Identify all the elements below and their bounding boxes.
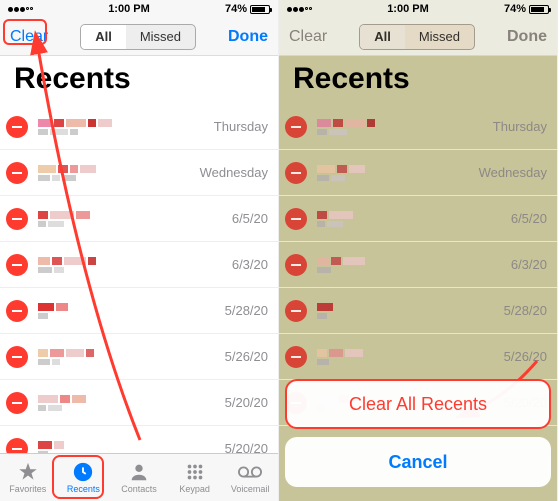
call-row: 6/3/20 bbox=[279, 242, 557, 288]
clear-button: Clear bbox=[289, 28, 327, 46]
person-icon bbox=[127, 461, 151, 483]
signal-icon bbox=[8, 7, 33, 12]
battery: 74% bbox=[504, 3, 549, 15]
clear-all-recents-button[interactable]: Clear All Recents bbox=[285, 379, 551, 429]
call-row: Wednesday bbox=[279, 150, 557, 196]
delete-icon[interactable] bbox=[6, 254, 28, 276]
call-row[interactable]: 5/28/20 bbox=[0, 288, 278, 334]
call-date: 5/26/20 bbox=[504, 349, 547, 364]
call-date: 6/3/20 bbox=[511, 257, 547, 272]
filter-segment[interactable]: All Missed bbox=[80, 24, 196, 50]
filter-segment: All Missed bbox=[359, 24, 475, 50]
call-row[interactable]: 6/5/20 bbox=[0, 196, 278, 242]
call-date: 5/28/20 bbox=[504, 303, 547, 318]
call-row: 6/5/20 bbox=[279, 196, 557, 242]
call-row[interactable]: 6/3/20 bbox=[0, 242, 278, 288]
call-date: Wednesday bbox=[200, 165, 268, 180]
signal-icon bbox=[287, 7, 312, 12]
done-button[interactable]: Done bbox=[228, 28, 268, 46]
call-row: 5/28/20 bbox=[279, 288, 557, 334]
call-row[interactable]: 5/20/20 bbox=[0, 426, 278, 453]
status-bar: 1:00 PM 74% bbox=[279, 0, 557, 18]
tab-favorites[interactable]: Favorites bbox=[0, 454, 56, 501]
delete-icon bbox=[285, 254, 307, 276]
call-row: Thursday bbox=[279, 104, 557, 150]
segment-missed[interactable]: Missed bbox=[126, 25, 195, 49]
battery-icon bbox=[529, 5, 549, 14]
page-header: Recents bbox=[279, 56, 557, 104]
call-date: 6/5/20 bbox=[511, 211, 547, 226]
delete-icon bbox=[285, 300, 307, 322]
call-date: 5/28/20 bbox=[225, 303, 268, 318]
call-date: 6/3/20 bbox=[232, 257, 268, 272]
call-row: 5/26/20 bbox=[279, 334, 557, 380]
delete-icon[interactable] bbox=[6, 116, 28, 138]
delete-icon[interactable] bbox=[6, 392, 28, 414]
battery: 74% bbox=[225, 3, 270, 15]
phone-right: 1:00 PM 74% Clear All Missed Done Recent… bbox=[279, 0, 558, 501]
delete-icon bbox=[285, 346, 307, 368]
call-date: Wednesday bbox=[479, 165, 547, 180]
voicemail-icon bbox=[238, 461, 262, 483]
recents-list[interactable]: Thursday Wednesday 6/5/20 6/3/20 5/28/20… bbox=[0, 104, 278, 453]
tab-keypad[interactable]: Keypad bbox=[167, 454, 223, 501]
call-row[interactable]: Wednesday bbox=[0, 150, 278, 196]
delete-icon[interactable] bbox=[6, 438, 28, 454]
call-row[interactable]: 5/26/20 bbox=[0, 334, 278, 380]
status-time: 1:00 PM bbox=[387, 3, 429, 15]
delete-icon[interactable] bbox=[6, 300, 28, 322]
nav-bar: Clear All Missed Done bbox=[0, 18, 278, 56]
call-row[interactable]: Thursday bbox=[0, 104, 278, 150]
keypad-icon bbox=[183, 461, 207, 483]
cancel-button[interactable]: Cancel bbox=[285, 437, 551, 487]
clear-button[interactable]: Clear bbox=[10, 28, 48, 46]
segment-missed: Missed bbox=[405, 25, 474, 49]
tab-recents[interactable]: Recents bbox=[56, 454, 112, 501]
tab-voicemail[interactable]: Voicemail bbox=[222, 454, 278, 501]
page-header: Recents bbox=[0, 56, 278, 104]
call-date: 5/20/20 bbox=[225, 395, 268, 410]
page-title: Recents bbox=[293, 62, 543, 96]
nav-bar: Clear All Missed Done bbox=[279, 18, 557, 56]
call-date: 6/5/20 bbox=[232, 211, 268, 226]
tab-contacts[interactable]: Contacts bbox=[111, 454, 167, 501]
delete-icon bbox=[285, 116, 307, 138]
delete-icon[interactable] bbox=[6, 346, 28, 368]
segment-all[interactable]: All bbox=[81, 25, 126, 49]
call-date: Thursday bbox=[214, 119, 268, 134]
done-button: Done bbox=[507, 28, 547, 46]
phone-left: 1:00 PM 74% Clear All Missed Done Recent… bbox=[0, 0, 279, 501]
status-bar: 1:00 PM 74% bbox=[0, 0, 278, 18]
delete-icon bbox=[285, 208, 307, 230]
page-title: Recents bbox=[14, 62, 264, 96]
delete-icon[interactable] bbox=[6, 208, 28, 230]
segment-all: All bbox=[360, 25, 405, 49]
action-sheet: Clear All Recents Cancel bbox=[285, 379, 551, 495]
delete-icon bbox=[285, 162, 307, 184]
battery-icon bbox=[250, 5, 270, 14]
call-date: 5/26/20 bbox=[225, 349, 268, 364]
call-row[interactable]: 5/20/20 bbox=[0, 380, 278, 426]
star-icon bbox=[16, 461, 40, 483]
delete-icon[interactable] bbox=[6, 162, 28, 184]
tab-bar: Favorites Recents Contacts Keypad Voicem… bbox=[0, 453, 278, 501]
call-date: 5/20/20 bbox=[225, 441, 268, 453]
status-time: 1:00 PM bbox=[108, 3, 150, 15]
call-date: Thursday bbox=[493, 119, 547, 134]
clock-icon bbox=[71, 461, 95, 483]
